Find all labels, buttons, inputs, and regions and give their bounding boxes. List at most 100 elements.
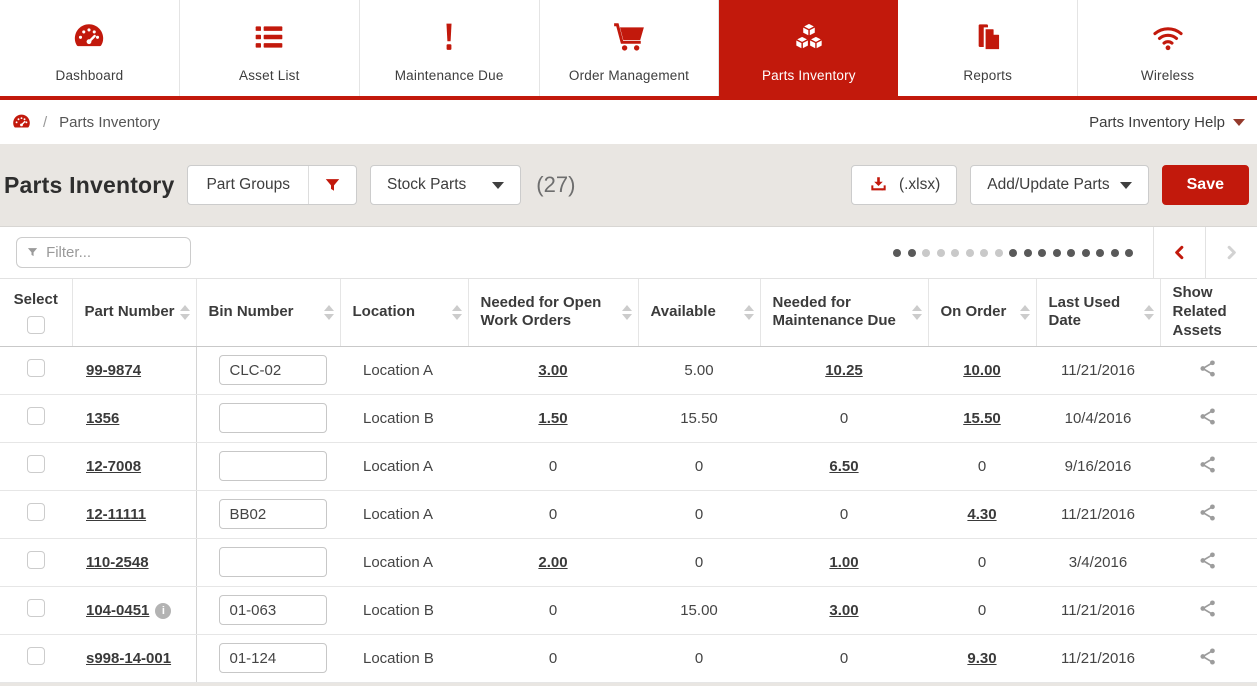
- nav-item-maintenance-due[interactable]: Maintenance Due: [360, 0, 540, 96]
- export-xlsx-button[interactable]: (.xlsx): [851, 165, 957, 205]
- part-number-link[interactable]: 104-0451: [86, 602, 149, 619]
- part-number-link[interactable]: 12-11111: [86, 506, 146, 523]
- col-location[interactable]: Location: [340, 279, 468, 346]
- page-dot[interactable]: [1009, 249, 1017, 257]
- home-speedometer-icon[interactable]: [12, 113, 31, 132]
- row-checkbox[interactable]: [27, 599, 45, 617]
- info-icon[interactable]: i: [155, 603, 171, 619]
- page-dot[interactable]: [908, 249, 916, 257]
- bin-number-input[interactable]: [219, 451, 327, 481]
- page-dot[interactable]: [1024, 249, 1032, 257]
- nav-item-wireless[interactable]: Wireless: [1078, 0, 1257, 96]
- chevron-down-icon: [1120, 182, 1132, 189]
- select-all-checkbox[interactable]: [27, 316, 45, 334]
- page-dot[interactable]: [1111, 249, 1119, 257]
- nav-item-order-management[interactable]: Order Management: [540, 0, 720, 96]
- share-icon[interactable]: [1198, 550, 1219, 571]
- share-icon[interactable]: [1198, 502, 1219, 523]
- bin-number-input[interactable]: [219, 595, 327, 625]
- row-checkbox[interactable]: [27, 407, 45, 425]
- bin-number-input[interactable]: [219, 403, 327, 433]
- nav-item-reports[interactable]: Reports: [898, 0, 1078, 96]
- prev-page-button[interactable]: [1153, 227, 1205, 278]
- nav-label: Wireless: [1141, 68, 1194, 83]
- col-needed-open[interactable]: Needed for Open Work Orders: [468, 279, 638, 346]
- bin-number-input[interactable]: [219, 643, 327, 673]
- part-groups-filter-button[interactable]: [308, 166, 356, 204]
- on-order-link[interactable]: 15.50: [963, 410, 1001, 427]
- page-dot[interactable]: [1067, 249, 1075, 257]
- part-groups-button[interactable]: Part Groups: [188, 166, 308, 204]
- sort-icon[interactable]: [1144, 305, 1154, 320]
- add-update-parts-button[interactable]: Add/Update Parts: [970, 165, 1148, 205]
- col-bin-number[interactable]: Bin Number: [196, 279, 340, 346]
- sort-icon[interactable]: [1020, 305, 1030, 320]
- col-select: Select: [0, 279, 72, 346]
- row-checkbox[interactable]: [27, 647, 45, 665]
- on-order-link[interactable]: 10.00: [963, 362, 1001, 379]
- nav-item-parts-inventory[interactable]: Parts Inventory: [719, 0, 898, 96]
- nav-item-asset-list[interactable]: Asset List: [180, 0, 360, 96]
- help-dropdown[interactable]: Parts Inventory Help: [1089, 114, 1245, 131]
- page-dot[interactable]: [922, 249, 930, 257]
- needed-maintenance-link[interactable]: 1.00: [829, 554, 858, 571]
- part-number-link[interactable]: 1356: [86, 410, 119, 427]
- page-dot[interactable]: [1082, 249, 1090, 257]
- needed-maintenance-link[interactable]: 10.25: [825, 362, 863, 379]
- share-icon[interactable]: [1198, 406, 1219, 427]
- page-dot[interactable]: [937, 249, 945, 257]
- share-icon[interactable]: [1198, 358, 1219, 379]
- share-icon[interactable]: [1198, 454, 1219, 475]
- page-dot[interactable]: [951, 249, 959, 257]
- on-order-value: 0: [978, 554, 986, 571]
- page-dot[interactable]: [1096, 249, 1104, 257]
- share-icon[interactable]: [1198, 646, 1219, 667]
- filter-input[interactable]: [46, 244, 181, 261]
- needed-open-link[interactable]: 2.00: [538, 554, 567, 571]
- part-number-link[interactable]: 110-2548: [86, 554, 149, 571]
- row-checkbox[interactable]: [27, 503, 45, 521]
- share-icon[interactable]: [1198, 598, 1219, 619]
- sort-icon[interactable]: [180, 305, 190, 320]
- col-on-order[interactable]: On Order: [928, 279, 1036, 346]
- bin-number-input[interactable]: [219, 547, 327, 577]
- needed-open-link[interactable]: 1.50: [538, 410, 567, 427]
- sort-icon[interactable]: [452, 305, 462, 320]
- nav-item-dashboard[interactable]: Dashboard: [0, 0, 180, 96]
- page-dot[interactable]: [995, 249, 1003, 257]
- sort-icon[interactable]: [324, 305, 334, 320]
- page-dot[interactable]: [1053, 249, 1061, 257]
- row-checkbox[interactable]: [27, 359, 45, 377]
- row-checkbox[interactable]: [27, 551, 45, 569]
- row-checkbox[interactable]: [27, 455, 45, 473]
- page-dot[interactable]: [1038, 249, 1046, 257]
- page-dot[interactable]: [980, 249, 988, 257]
- sort-icon[interactable]: [912, 305, 922, 320]
- needed-open-link[interactable]: 3.00: [538, 362, 567, 379]
- page-dot[interactable]: [893, 249, 901, 257]
- sort-icon[interactable]: [622, 305, 632, 320]
- page-dot[interactable]: [966, 249, 974, 257]
- part-number-link[interactable]: 12-7008: [86, 458, 141, 475]
- bin-number-input[interactable]: [219, 355, 327, 385]
- part-number-link[interactable]: s998-14-001: [86, 650, 171, 667]
- needed-maintenance-link[interactable]: 6.50: [829, 458, 858, 475]
- on-order-link[interactable]: 9.30: [967, 650, 996, 667]
- cell-bin-number: [196, 490, 340, 538]
- col-last-used[interactable]: Last Used Date: [1036, 279, 1160, 346]
- bin-number-input[interactable]: [219, 499, 327, 529]
- col-needed-maintenance[interactable]: Needed for Maintenance Due: [760, 279, 928, 346]
- location-value: Location B: [363, 602, 434, 619]
- on-order-link[interactable]: 4.30: [967, 506, 996, 523]
- col-part-number[interactable]: Part Number: [72, 279, 196, 346]
- sort-icon[interactable]: [744, 305, 754, 320]
- page-dot[interactable]: [1125, 249, 1133, 257]
- part-number-link[interactable]: 99-9874: [86, 362, 141, 379]
- col-select-label: Select: [14, 291, 58, 308]
- results-count: (27): [536, 172, 575, 198]
- stock-parts-select[interactable]: Stock Parts: [370, 165, 521, 205]
- next-page-button[interactable]: [1205, 227, 1257, 278]
- col-available[interactable]: Available: [638, 279, 760, 346]
- needed-maintenance-link[interactable]: 3.00: [829, 602, 858, 619]
- save-button[interactable]: Save: [1162, 165, 1249, 205]
